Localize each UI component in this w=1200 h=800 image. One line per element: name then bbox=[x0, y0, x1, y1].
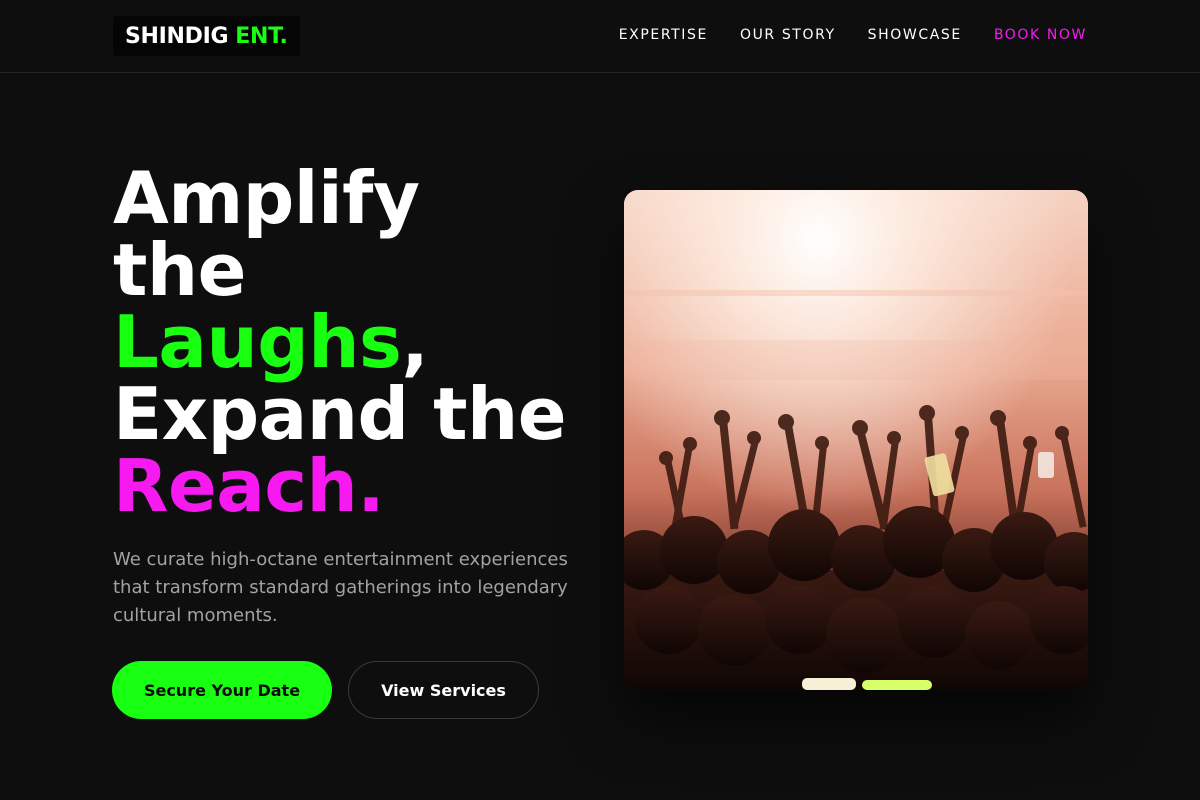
concert-crowd-illustration bbox=[624, 190, 1088, 690]
heading-line-2: the bbox=[113, 228, 247, 312]
brand-logo[interactable]: SHINDIG ENT. bbox=[113, 16, 300, 56]
hero-heading: Amplify the Laughs, Expand the Reach. bbox=[113, 162, 613, 522]
heading-line-4: Expand the bbox=[113, 372, 567, 456]
view-services-button[interactable]: View Services bbox=[348, 661, 539, 719]
heading-line-3: Laughs, bbox=[113, 306, 613, 378]
logo-primary-text: SHINDIG bbox=[125, 23, 229, 49]
nav-link-our-story[interactable]: OUR STORY bbox=[740, 27, 836, 43]
heading-accent-reach: Reach. bbox=[113, 444, 385, 528]
nav-link-showcase[interactable]: SHOWCASE bbox=[868, 27, 962, 43]
heading-line-1: Amplify bbox=[113, 156, 420, 240]
secure-your-date-button[interactable]: Secure Your Date bbox=[112, 661, 332, 719]
logo-accent-text: ENT. bbox=[235, 23, 288, 49]
nav-link-book-now[interactable]: BOOK NOW bbox=[994, 27, 1087, 43]
main-nav: EXPERTISE OUR STORY SHOWCASE BOOK NOW bbox=[619, 27, 1087, 43]
hero-concert-image bbox=[624, 190, 1088, 690]
site-header: SHINDIG ENT. EXPERTISE OUR STORY SHOWCAS… bbox=[0, 0, 1200, 73]
nav-link-expertise[interactable]: EXPERTISE bbox=[619, 27, 708, 43]
hero-description: We curate high-octane entertainment expe… bbox=[113, 549, 568, 626]
